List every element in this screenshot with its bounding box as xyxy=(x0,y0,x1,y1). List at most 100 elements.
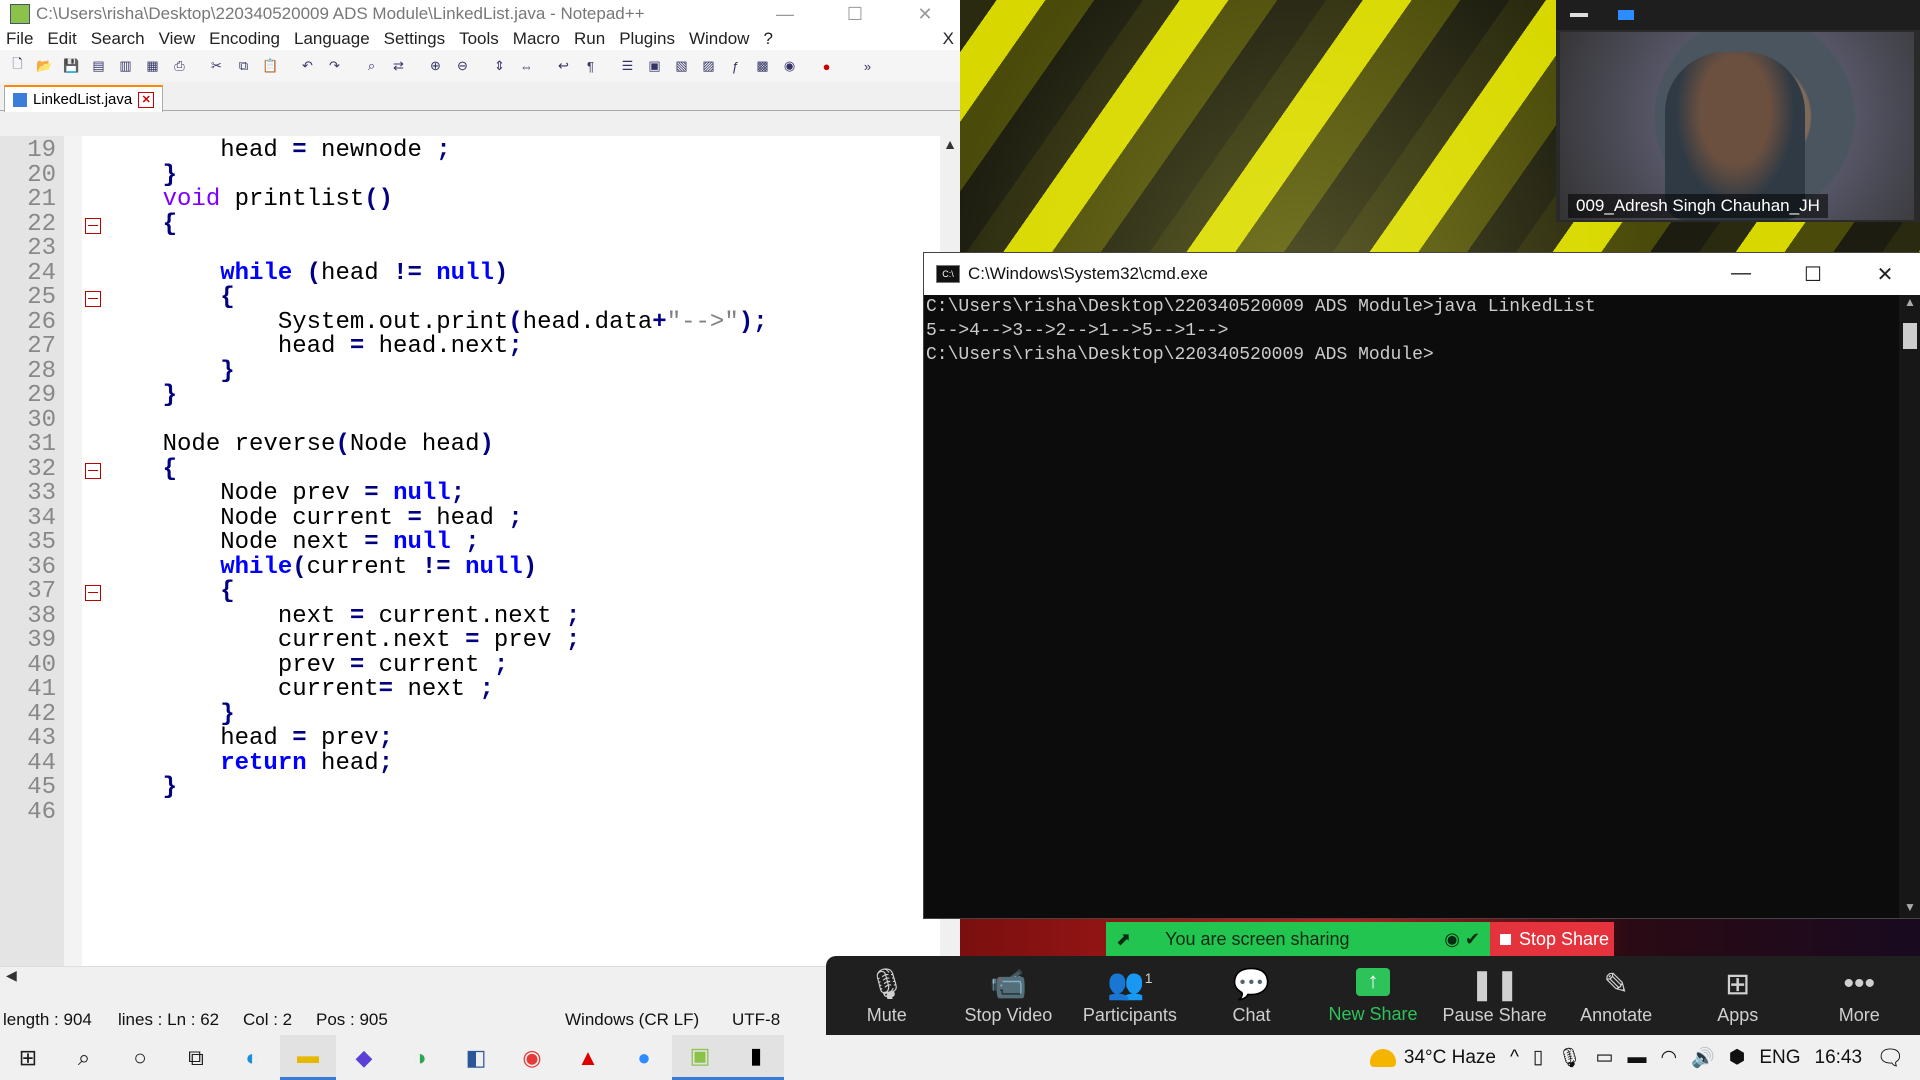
menu-language[interactable]: Language xyxy=(294,29,370,49)
annotate-button[interactable]: ✎ Annotate xyxy=(1555,956,1677,1036)
notepad-plus-plus-icon[interactable]: ▣ xyxy=(672,1035,728,1080)
microphone-tray-icon[interactable]: 🎙 xyxy=(1557,1046,1581,1070)
save-all-icon[interactable]: ▤ xyxy=(87,55,110,77)
windows-start-icon[interactable]: ⊞ xyxy=(0,1035,56,1080)
edge-icon[interactable]: ◐ xyxy=(224,1035,280,1080)
scroll-left-icon[interactable]: ◀ xyxy=(0,967,17,983)
menu-file[interactable]: File xyxy=(6,29,33,49)
pause-share-button[interactable]: ❚❚ Pause Share xyxy=(1434,956,1556,1036)
clock[interactable]: 16:43 xyxy=(1815,1047,1863,1069)
menu-search[interactable]: Search xyxy=(91,29,145,49)
apps-button[interactable]: ⊞ Apps xyxy=(1677,956,1799,1036)
zoom-app-icon[interactable]: ● xyxy=(616,1035,672,1080)
app-blue-icon[interactable]: ◧ xyxy=(448,1035,504,1080)
stop-video-button[interactable]: 📹 Stop Video xyxy=(948,956,1070,1036)
editor-horizontal-scrollbar[interactable]: ◀ xyxy=(0,966,960,987)
task-view-icon[interactable]: ⧉ xyxy=(168,1035,224,1080)
tab-linkedlist-java[interactable]: LinkedList.java ✕ xyxy=(4,85,164,112)
fold-toggle-icon[interactable] xyxy=(85,585,101,601)
word-wrap-icon[interactable]: ↩ xyxy=(552,55,575,77)
cmd-app-icon[interactable]: ▮ xyxy=(728,1035,784,1080)
minimize-icon[interactable]: — xyxy=(1705,262,1777,287)
visual-studio-icon[interactable]: ◆ xyxy=(336,1035,392,1080)
doc-list-icon[interactable]: ▨ xyxy=(697,55,720,77)
cmd-console-output[interactable]: C:\Users\risha\Desktop\220340520009 ADS … xyxy=(924,295,1901,918)
minimize-video-icon[interactable] xyxy=(1570,13,1588,17)
open-file-icon[interactable]: 📂 xyxy=(33,55,56,77)
scroll-up-icon[interactable]: ▲ xyxy=(1899,295,1920,309)
mute-button[interactable]: 🎙 Mute xyxy=(826,956,948,1036)
show-all-chars-icon[interactable]: ¶ xyxy=(579,55,602,77)
folder-workspace-icon[interactable]: ▩ xyxy=(751,55,774,77)
app-green-icon[interactable]: ◑ xyxy=(392,1035,448,1080)
close-document-button[interactable]: X xyxy=(943,29,954,49)
menu-encoding[interactable]: Encoding xyxy=(209,29,280,49)
menu-run[interactable]: Run xyxy=(574,29,605,49)
dropbox-icon[interactable]: ⬢ xyxy=(1729,1046,1746,1069)
menu-edit[interactable]: Edit xyxy=(47,29,76,49)
weather-widget[interactable]: 34°C Haze xyxy=(1369,1047,1496,1069)
stop-share-button[interactable]: Stop Share xyxy=(1490,922,1614,956)
zoom-in-icon[interactable]: ⊕ xyxy=(424,55,447,77)
find-icon[interactable]: ⌕ xyxy=(360,55,383,77)
device-icon[interactable]: ▯ xyxy=(1533,1046,1543,1069)
replace-icon[interactable]: ⇄ xyxy=(387,55,410,77)
record-macro-icon[interactable]: ● xyxy=(815,55,838,77)
language-indicator[interactable]: ENG xyxy=(1759,1047,1800,1069)
chevron-up-icon[interactable]: ^ xyxy=(1510,1047,1519,1069)
print-icon[interactable]: ⎙ xyxy=(168,55,191,77)
screen-sharing-banner[interactable]: ⬈ You are screen sharing ◉ ✔ xyxy=(1106,922,1490,956)
menu-settings[interactable]: Settings xyxy=(384,29,445,49)
scroll-thumb[interactable] xyxy=(1903,323,1917,349)
redo-icon[interactable]: ↷ xyxy=(323,55,346,77)
indent-guide-icon[interactable]: ☰ xyxy=(616,55,639,77)
file-explorer-icon[interactable]: ▬ xyxy=(280,1035,336,1080)
pin-icon[interactable]: ⬈ xyxy=(1116,929,1131,950)
fold-toggle-icon[interactable] xyxy=(85,462,101,479)
acrobat-icon[interactable]: ▲ xyxy=(560,1035,616,1080)
sync-vertical-icon[interactable]: ⇕ xyxy=(488,55,511,77)
participants-button[interactable]: 👥1 Participants xyxy=(1069,956,1191,1036)
doc-map-icon[interactable]: ▧ xyxy=(670,55,693,77)
user-language-icon[interactable]: ▣ xyxy=(643,55,666,77)
maximize-icon[interactable]: ☐ xyxy=(1777,262,1849,287)
maximize-icon[interactable]: ☐ xyxy=(820,4,890,25)
scroll-up-icon[interactable]: ▲ xyxy=(940,136,960,152)
code-editor[interactable]: 19 head = newnode ; 20 } 21 void printlist… xyxy=(0,136,960,966)
menu-view[interactable]: View xyxy=(159,29,196,49)
battery-icon[interactable]: ▬ xyxy=(1627,1047,1646,1069)
app-red-icon[interactable]: ◉ xyxy=(504,1035,560,1080)
close-file-icon[interactable]: ▥ xyxy=(114,55,137,77)
cmd-vertical-scrollbar[interactable]: ▲ ▼ xyxy=(1899,295,1920,918)
close-icon[interactable]: ✕ xyxy=(1849,262,1920,287)
display-icon[interactable]: ▭ xyxy=(1596,1046,1614,1069)
more-button[interactable]: ••• More xyxy=(1799,956,1920,1036)
menu-window[interactable]: Window xyxy=(689,29,749,49)
volume-icon[interactable]: 🔊 xyxy=(1691,1046,1715,1070)
menu-help[interactable]: ? xyxy=(763,29,772,49)
video-view-icon[interactable] xyxy=(1618,10,1634,20)
search-icon[interactable]: ⌕ xyxy=(56,1035,112,1080)
menu-macro[interactable]: Macro xyxy=(513,29,560,49)
minimize-icon[interactable]: — xyxy=(750,4,820,25)
wifi-icon[interactable]: ◠ xyxy=(1660,1046,1677,1069)
fold-toggle-icon[interactable] xyxy=(85,217,101,234)
copy-icon[interactable]: ⧉ xyxy=(232,55,255,77)
toolbar-overflow-icon[interactable]: » xyxy=(856,55,879,77)
function-list-icon[interactable]: ƒ xyxy=(724,55,747,77)
tab-close-icon[interactable]: ✕ xyxy=(138,91,155,108)
close-all-icon[interactable]: ▦ xyxy=(141,55,164,77)
new-file-icon[interactable]: 🗋 xyxy=(6,55,29,77)
scroll-down-icon[interactable]: ▼ xyxy=(1899,900,1920,914)
menu-plugins[interactable]: Plugins xyxy=(619,29,675,49)
paste-icon[interactable]: 📋 xyxy=(259,55,282,77)
menu-tools[interactable]: Tools xyxy=(459,29,499,49)
save-icon[interactable]: 💾 xyxy=(60,55,83,77)
close-icon[interactable]: ✕ xyxy=(890,4,960,25)
cut-icon[interactable]: ✂ xyxy=(205,55,228,77)
sync-horizontal-icon[interactable]: ⇔ xyxy=(515,55,538,77)
zoom-participant-video[interactable]: 009_Adresh Singh Chauhan_JH xyxy=(1556,0,1920,222)
notification-icon[interactable]: 🗨 xyxy=(1876,1045,1904,1071)
undo-icon[interactable]: ↶ xyxy=(296,55,319,77)
cortana-icon[interactable]: ○ xyxy=(112,1035,168,1080)
